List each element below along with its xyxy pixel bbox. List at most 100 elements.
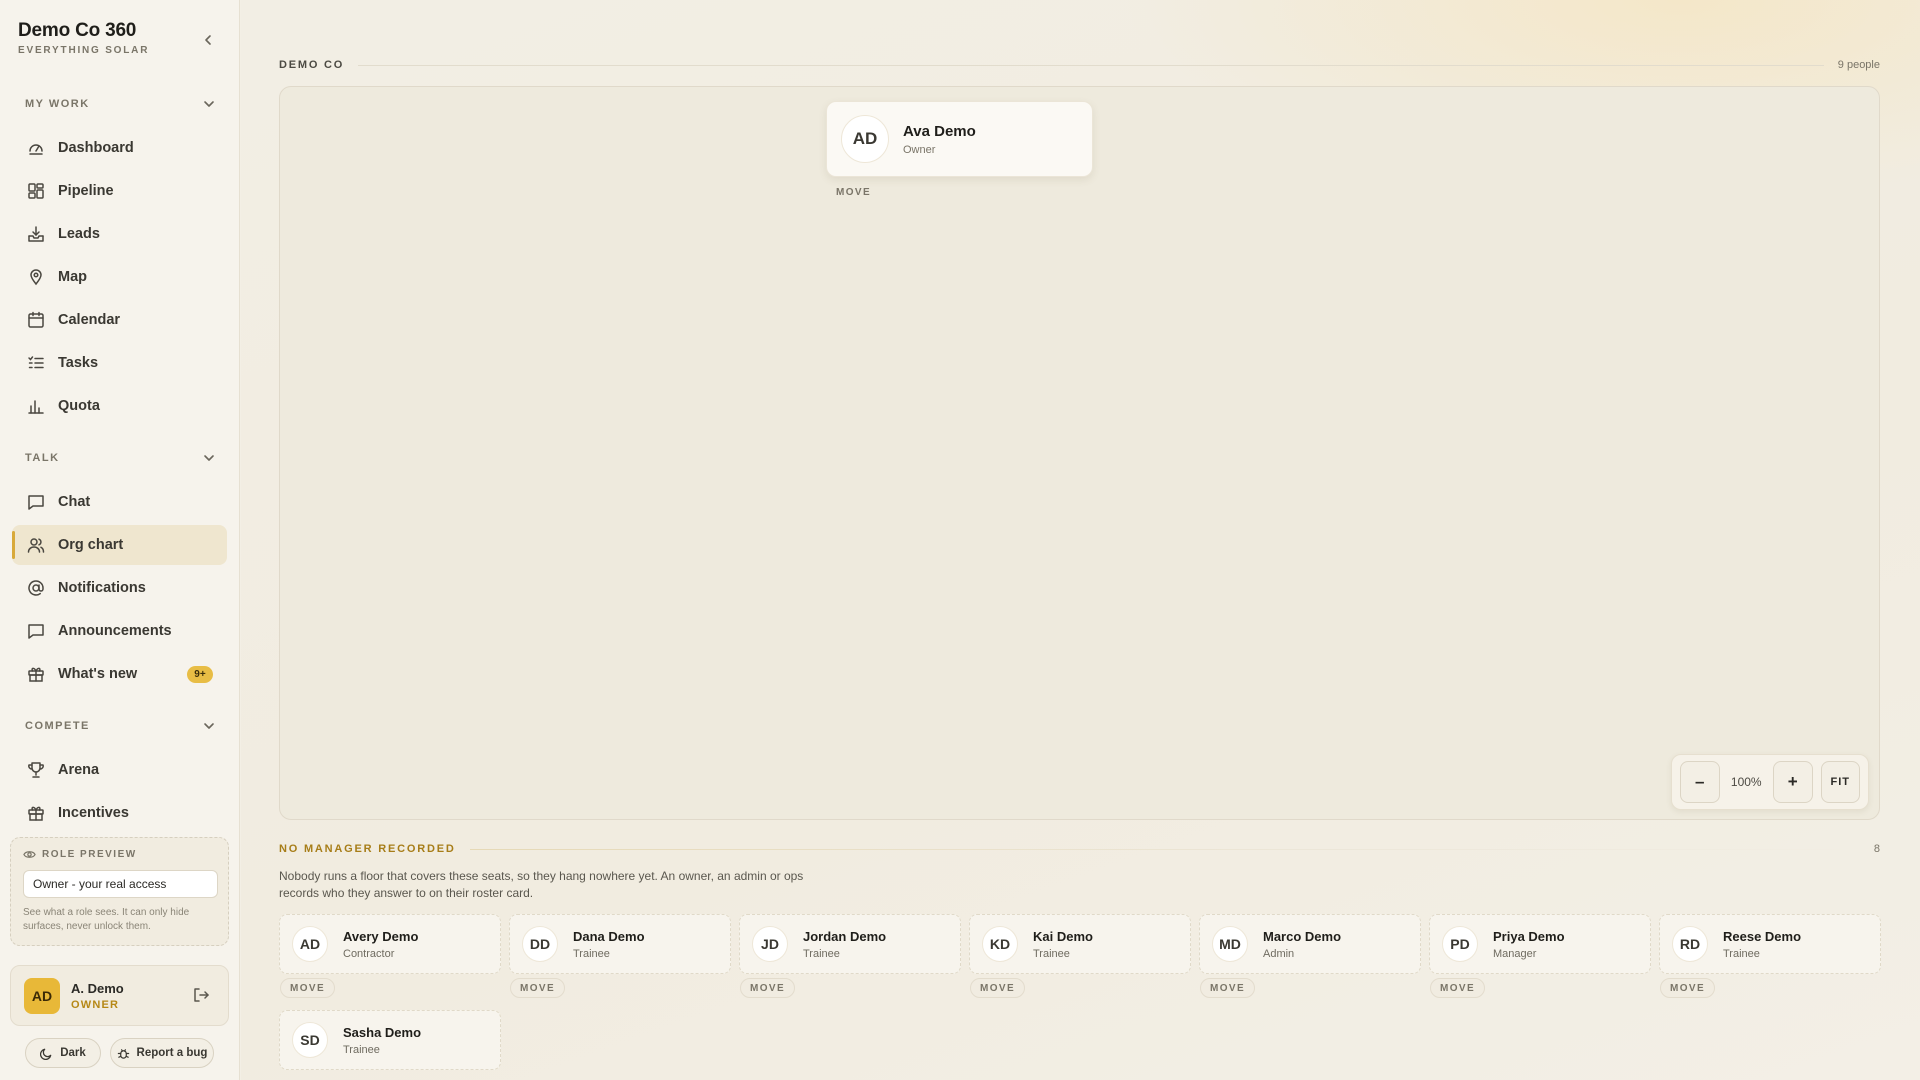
sidebar-item-leads[interactable]: Leads (12, 214, 227, 254)
chevron-down-icon (204, 723, 214, 729)
main-content: DEMO CO 9 people AD Ava Demo Owner MOVE … (241, 0, 1920, 1080)
person-name: Priya Demo (1493, 928, 1565, 944)
move-handle[interactable]: MOVE (510, 978, 566, 998)
section-label: TALK (25, 452, 60, 464)
no-manager-description: Nobody runs a floor that covers these se… (279, 869, 804, 900)
sidebar-item-label: Announcements (58, 623, 172, 639)
person-role: Trainee (573, 947, 610, 960)
org-node-root[interactable]: AD Ava Demo Owner (826, 101, 1093, 177)
person-role: Contractor (343, 947, 395, 960)
sidebar-item-arena[interactable]: Arena (12, 750, 227, 790)
avatar[interactable]: AD (24, 977, 60, 1014)
logout-button[interactable] (192, 986, 212, 1006)
sidebar-item-calendar[interactable]: Calendar (12, 300, 227, 340)
section-talk[interactable]: TALK (25, 448, 215, 468)
sidebar-item-chat[interactable]: Chat (12, 482, 227, 522)
sidebar-item-pipeline[interactable]: Pipeline (12, 171, 227, 211)
collapse-sidebar-button[interactable] (196, 28, 220, 52)
role-preview-select[interactable]: Owner - your real access (23, 870, 218, 898)
brand-subtitle: EVERYTHING SOLAR (18, 45, 150, 56)
person-name: Marco Demo (1263, 928, 1342, 944)
move-handle[interactable]: MOVE (1200, 978, 1256, 998)
section-compete[interactable]: COMPETE (25, 716, 215, 736)
person-info: Avery Demo Contractor (343, 929, 418, 960)
map-pin-icon (26, 267, 46, 287)
dark-mode-button[interactable]: Dark (25, 1038, 101, 1068)
node-info: Ava Demo Owner (903, 123, 976, 156)
avatar: DD (522, 926, 558, 962)
section-label: COMPETE (25, 720, 90, 732)
person-name: Kai Demo (1033, 928, 1093, 944)
gift-icon (26, 664, 46, 684)
log-out-icon (194, 988, 209, 1002)
sidebar-item-notifications[interactable]: Notifications (12, 568, 227, 608)
message-square-icon (26, 621, 46, 641)
sidebar-item-label: Map (58, 269, 87, 285)
avatar: PD (1442, 926, 1478, 962)
person-name: Avery Demo (343, 928, 419, 944)
sidebar-item-label: Org chart (58, 537, 124, 553)
person-info: Marco Demo Admin (1263, 929, 1341, 960)
avatar: JD (752, 926, 788, 962)
zoom-out-button[interactable]: – (1680, 761, 1720, 803)
person-info: Reese Demo Trainee (1723, 929, 1801, 960)
avatar: KD (982, 926, 1018, 962)
avatar: MD (1212, 926, 1248, 962)
person-card[interactable]: MD Marco Demo Admin (1199, 914, 1421, 974)
person-role: Manager (1493, 947, 1537, 960)
no-manager-title: NO MANAGER RECORDED (279, 843, 456, 855)
brand-title: Demo Co 360 (18, 20, 137, 41)
move-handle[interactable]: MOVE (836, 187, 871, 198)
person-name: Reese Demo (1723, 928, 1802, 944)
move-handle[interactable]: MOVE (1430, 978, 1486, 998)
sidebar-item-label: Pipeline (58, 183, 114, 199)
divider (469, 848, 1860, 850)
report-bug-button[interactable]: Report a bug (110, 1038, 214, 1068)
move-handle[interactable]: MOVE (1660, 978, 1716, 998)
sidebar-item-quota[interactable]: Quota (12, 386, 227, 426)
sidebar-item-whats-new[interactable]: What's new 9+ (12, 654, 227, 694)
sidebar: Demo Co 360 EVERYTHING SOLAR MY WORK Das… (0, 0, 240, 1080)
move-handle[interactable]: MOVE (280, 978, 336, 998)
zoom-in-button[interactable]: + (1773, 761, 1813, 803)
sidebar-item-org-chart[interactable]: Org chart (12, 525, 227, 565)
whats-new-badge: 9+ (187, 666, 213, 683)
sidebar-item-dashboard[interactable]: Dashboard (12, 128, 227, 168)
sidebar-item-tasks[interactable]: Tasks (12, 343, 227, 383)
move-handle[interactable]: MOVE (740, 978, 796, 998)
org-title: DEMO CO (279, 59, 345, 71)
list-checks-icon (26, 353, 46, 373)
person-card[interactable]: JD Jordan Demo Trainee (739, 914, 961, 974)
person-info: Dana Demo Trainee (573, 929, 645, 960)
person-card[interactable]: PD Priya Demo Manager (1429, 914, 1651, 974)
person-role: Trainee (803, 947, 840, 960)
org-chart-canvas[interactable]: AD Ava Demo Owner MOVE – 100% + FIT (279, 86, 1880, 820)
person-card[interactable]: SD Sasha Demo Trainee (279, 1010, 501, 1070)
fit-button[interactable]: FIT (1820, 761, 1860, 803)
avatar: RD (1672, 926, 1708, 962)
avatar: SD (292, 1022, 328, 1058)
no-manager-header: NO MANAGER RECORDED 8 (279, 842, 1880, 856)
avatar: AD (292, 926, 328, 962)
person-card[interactable]: AD Avery Demo Contractor (279, 914, 501, 974)
move-handle[interactable]: MOVE (970, 978, 1026, 998)
avatar: AD (841, 115, 889, 163)
person-card[interactable]: DD Dana Demo Trainee (509, 914, 731, 974)
zoom-controls: – 100% + FIT (1671, 754, 1869, 810)
sidebar-item-label: Dashboard (58, 140, 134, 156)
person-card[interactable]: KD Kai Demo Trainee (969, 914, 1191, 974)
person-card[interactable]: RD Reese Demo Trainee (1659, 914, 1881, 974)
sidebar-item-incentives[interactable]: Incentives (12, 793, 227, 833)
chevron-left-icon (205, 35, 211, 45)
users-icon (26, 535, 46, 555)
role-preview-header: ROLE PREVIEW (23, 848, 216, 861)
sidebar-item-announcements[interactable]: Announcements (12, 611, 227, 651)
sidebar-item-label: Quota (58, 398, 100, 414)
section-my-work[interactable]: MY WORK (25, 94, 215, 114)
sidebar-item-label: Calendar (58, 312, 121, 328)
sidebar-item-map[interactable]: Map (12, 257, 227, 297)
node-role: Owner (903, 143, 936, 156)
person-role: Trainee (1723, 947, 1760, 960)
person-name: Sasha Demo (343, 1024, 422, 1040)
person-info: Sasha Demo Trainee (343, 1025, 421, 1056)
